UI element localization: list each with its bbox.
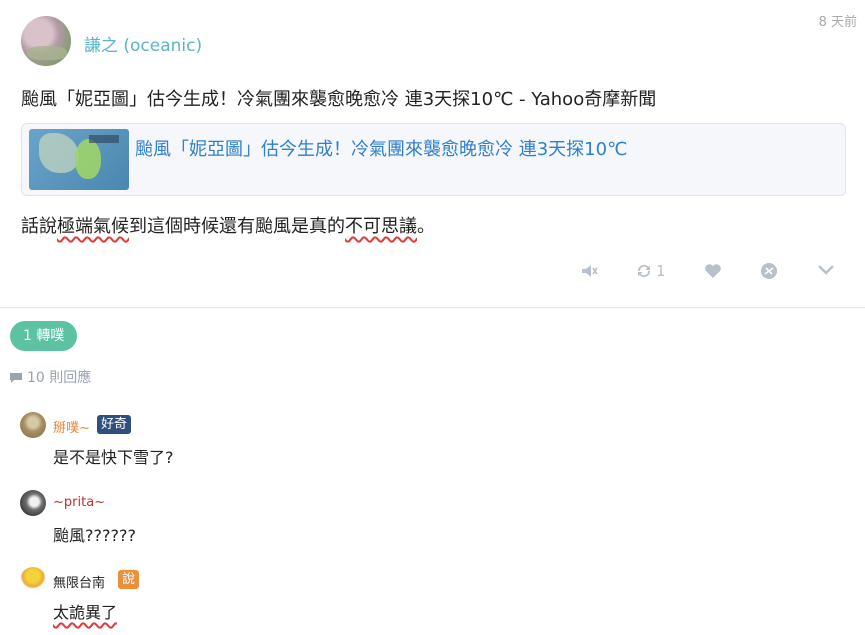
map-legend [89, 135, 119, 143]
spellcheck-underlined-text: 極端氣候 [57, 216, 129, 237]
author-name[interactable]: 謙之 (oceanic) [84, 31, 202, 56]
responder-avatar[interactable] [20, 412, 46, 438]
replurk-icon[interactable] [635, 262, 653, 280]
post-timestamp[interactable]: 8 天前 [819, 11, 857, 30]
comment-segment: 話說 [21, 216, 57, 237]
link-preview-card[interactable]: 颱風「妮亞圖」估今生成！冷氣團來襲愈晚愈冷 連3天探10℃ [21, 123, 846, 196]
responder-name[interactable]: 掰噗~ [53, 417, 90, 436]
comment-segment: 到這個時候還有颱風是真的 [129, 216, 345, 237]
replurk-count: 1 [656, 262, 666, 280]
responder-name[interactable]: ~prita~ [53, 495, 105, 510]
response-text: 是不是快下雪了? [53, 448, 174, 467]
link-title[interactable]: 颱風「妮亞圖」估今生成！冷氣團來襲愈晚愈冷 連3天探10℃ [135, 135, 627, 161]
chevron-down-icon[interactable] [817, 264, 835, 276]
responder-avatar[interactable] [20, 490, 46, 516]
link-thumbnail[interactable] [29, 129, 129, 190]
responses-count-label: 10 則回應 [27, 370, 92, 386]
qualifier-badge: 好奇 [97, 415, 132, 434]
responder-avatar[interactable] [20, 567, 46, 593]
response-text: 太詭異了 [53, 603, 118, 622]
mute-icon[interactable] [580, 262, 598, 280]
plurk-post: 謙之 (oceanic) 8 天前 颱風「妮亞圖」估今生成！冷氣團來襲愈晚愈冷 … [0, 0, 865, 308]
spellcheck-underlined-text: 不可思議 [345, 216, 417, 237]
like-icon[interactable] [704, 263, 722, 279]
map-land-shape [39, 133, 79, 173]
speech-bubble-icon [9, 372, 23, 388]
responses-count[interactable]: 10 則回應 [9, 367, 91, 388]
typhoon-forecast-cone [75, 139, 101, 179]
responder-name[interactable]: 無限台南 [53, 572, 105, 591]
comment-segment: 。 [417, 216, 435, 237]
qualifier-badge: 說 [118, 570, 140, 589]
gift-icon[interactable] [760, 262, 778, 280]
author-avatar[interactable] [21, 16, 71, 66]
post-text: 颱風「妮亞圖」估今生成！冷氣團來襲愈晚愈冷 連3天探10℃ - Yahoo奇摩新… [21, 89, 657, 110]
post-comment: 話說極端氣候到這個時候還有颱風是真的不可思議。 [21, 212, 435, 238]
response-text: 颱風?????? [53, 526, 136, 545]
replurk-badge[interactable]: 1 轉噗 [10, 321, 78, 351]
